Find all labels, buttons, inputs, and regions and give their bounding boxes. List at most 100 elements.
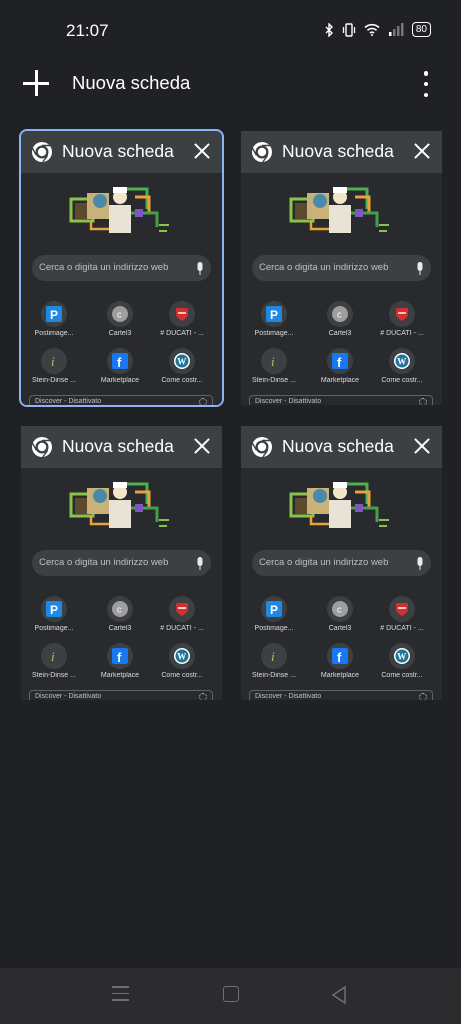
shortcut-tile[interactable]: P Postimage... bbox=[243, 596, 305, 632]
shortcut-tile[interactable]: f Marketplace bbox=[89, 348, 151, 384]
svg-text:W: W bbox=[177, 357, 186, 367]
cartel3-icon: c bbox=[327, 301, 353, 327]
shortcut-label: Stein-Dinse ... bbox=[252, 672, 296, 679]
shortcut-label: Cartel3 bbox=[108, 625, 132, 632]
shortcut-tile[interactable]: # DUCATI - ... bbox=[151, 301, 213, 337]
shortcut-tile[interactable]: i Stein-Dinse ... bbox=[23, 643, 85, 679]
new-tab-button[interactable] bbox=[23, 70, 49, 96]
tab-card-header: Nuova scheda bbox=[21, 131, 222, 173]
tab-card[interactable]: Nuova scheda Cerca o digita un indirizzo … bbox=[241, 426, 442, 700]
cartel3-icon: c bbox=[327, 596, 353, 622]
tab-card-header: Nuova scheda bbox=[21, 426, 222, 468]
search-box: Cerca o digita un indirizzo web bbox=[32, 550, 211, 576]
status-icons: 80 bbox=[324, 22, 431, 37]
shortcut-label: Marketplace bbox=[100, 672, 140, 679]
shortcut-label: # DUCATI - ... bbox=[160, 330, 204, 337]
discover-label: Discover - Disattivato bbox=[35, 398, 102, 405]
shortcut-label: Come costr... bbox=[161, 672, 203, 679]
google-doodle bbox=[289, 185, 393, 237]
tab-card[interactable]: Nuova scheda Cerca o digita un indirizzo … bbox=[19, 129, 224, 407]
svg-text:c: c bbox=[337, 310, 342, 320]
cartel3-icon: c bbox=[107, 596, 133, 622]
cartel3-icon: c bbox=[107, 301, 133, 327]
svg-text:i: i bbox=[51, 649, 55, 664]
tab-card-header: Nuova scheda bbox=[241, 426, 442, 468]
close-tab-button[interactable] bbox=[414, 438, 430, 454]
google-doodle bbox=[69, 480, 173, 532]
shortcut-tile[interactable]: # DUCATI - ... bbox=[151, 596, 213, 632]
postimage-icon: P bbox=[41, 301, 67, 327]
svg-text:P: P bbox=[50, 308, 58, 322]
more-menu-button[interactable] bbox=[421, 71, 431, 97]
shortcut-label: Cartel3 bbox=[328, 330, 352, 337]
shortcut-tile[interactable]: i Stein-Dinse ... bbox=[243, 643, 305, 679]
shortcut-tile[interactable]: c Cartel3 bbox=[309, 596, 371, 632]
stein-dinse-icon: i bbox=[261, 643, 287, 669]
svg-text:W: W bbox=[397, 357, 406, 367]
shortcut-label: Postimage... bbox=[34, 625, 74, 632]
shortcut-tile[interactable]: c Cartel3 bbox=[309, 301, 371, 337]
mic-icon bbox=[197, 556, 203, 570]
shortcut-tile[interactable]: # DUCATI - ... bbox=[371, 301, 433, 337]
svg-text:f: f bbox=[337, 650, 342, 664]
shortcut-tile[interactable]: i Stein-Dinse ... bbox=[23, 348, 85, 384]
shortcut-tile[interactable]: P Postimage... bbox=[23, 596, 85, 632]
svg-text:P: P bbox=[50, 603, 58, 617]
close-tab-button[interactable] bbox=[414, 143, 430, 159]
toolbar-title: Nuova scheda bbox=[72, 72, 191, 93]
tab-title: Nuova scheda bbox=[62, 436, 174, 456]
stein-dinse-icon: i bbox=[41, 643, 67, 669]
status-clock: 21:07 bbox=[66, 21, 109, 40]
shortcut-tile[interactable]: c Cartel3 bbox=[89, 301, 151, 337]
close-tab-button[interactable] bbox=[194, 143, 210, 159]
discover-bar: Discover - Disattivato bbox=[29, 690, 213, 700]
shortcut-tile[interactable]: W Come costr... bbox=[151, 643, 213, 679]
mic-icon bbox=[417, 556, 423, 570]
svg-text:c: c bbox=[117, 310, 122, 320]
tab-thumbnail: Cerca o digita un indirizzo web P Postimag… bbox=[21, 173, 222, 405]
ducati-icon bbox=[169, 301, 195, 327]
shortcut-tile[interactable]: P Postimage... bbox=[243, 301, 305, 337]
svg-text:f: f bbox=[117, 650, 122, 664]
svg-text:i: i bbox=[51, 354, 55, 369]
recent-apps-button[interactable] bbox=[112, 986, 129, 1006]
tab-card[interactable]: Nuova scheda Cerca o digita un indirizzo … bbox=[241, 131, 442, 405]
tab-card[interactable]: Nuova scheda Cerca o digita un indirizzo … bbox=[21, 426, 222, 700]
gear-icon bbox=[419, 693, 427, 700]
svg-text:f: f bbox=[337, 355, 342, 369]
shortcut-tile[interactable]: # DUCATI - ... bbox=[371, 596, 433, 632]
wifi-icon bbox=[364, 23, 380, 36]
svg-text:c: c bbox=[117, 605, 122, 615]
shortcut-tile[interactable]: f Marketplace bbox=[89, 643, 151, 679]
search-box: Cerca o digita un indirizzo web bbox=[252, 255, 431, 281]
shortcut-tile[interactable]: f Marketplace bbox=[309, 348, 371, 384]
shortcut-tile[interactable]: i Stein-Dinse ... bbox=[243, 348, 305, 384]
signal-icon bbox=[388, 23, 404, 36]
shortcut-tile[interactable]: c Cartel3 bbox=[89, 596, 151, 632]
status-bar: 21:07 80 bbox=[0, 0, 461, 62]
shortcut-tile[interactable]: P Postimage... bbox=[23, 301, 85, 337]
chrome-icon bbox=[251, 141, 273, 168]
ducati-icon bbox=[169, 596, 195, 622]
home-button[interactable] bbox=[223, 986, 239, 1002]
shortcut-tile[interactable]: f Marketplace bbox=[309, 643, 371, 679]
shortcut-tile[interactable]: W Come costr... bbox=[151, 348, 213, 384]
chrome-icon bbox=[31, 436, 53, 463]
search-placeholder: Cerca o digita un indirizzo web bbox=[259, 262, 389, 273]
shortcut-tile[interactable]: W Come costr... bbox=[371, 348, 433, 384]
svg-text:i: i bbox=[271, 354, 275, 369]
shortcut-label: Postimage... bbox=[254, 330, 294, 337]
shortcut-label: Stein-Dinse ... bbox=[32, 377, 76, 384]
shortcut-label: Stein-Dinse ... bbox=[252, 377, 296, 384]
close-tab-button[interactable] bbox=[194, 438, 210, 454]
tab-thumbnail: Cerca o digita un indirizzo web P Postimag… bbox=[241, 468, 442, 700]
shortcut-label: Marketplace bbox=[100, 377, 140, 384]
shortcut-tile[interactable]: W Come costr... bbox=[371, 643, 433, 679]
search-placeholder: Cerca o digita un indirizzo web bbox=[39, 262, 169, 273]
gear-icon bbox=[419, 398, 427, 405]
shortcut-label: Postimage... bbox=[254, 625, 294, 632]
tab-thumbnail: Cerca o digita un indirizzo web P Postimag… bbox=[241, 173, 442, 405]
google-doodle bbox=[69, 185, 173, 237]
gear-icon bbox=[199, 693, 207, 700]
shortcut-label: # DUCATI - ... bbox=[380, 625, 424, 632]
